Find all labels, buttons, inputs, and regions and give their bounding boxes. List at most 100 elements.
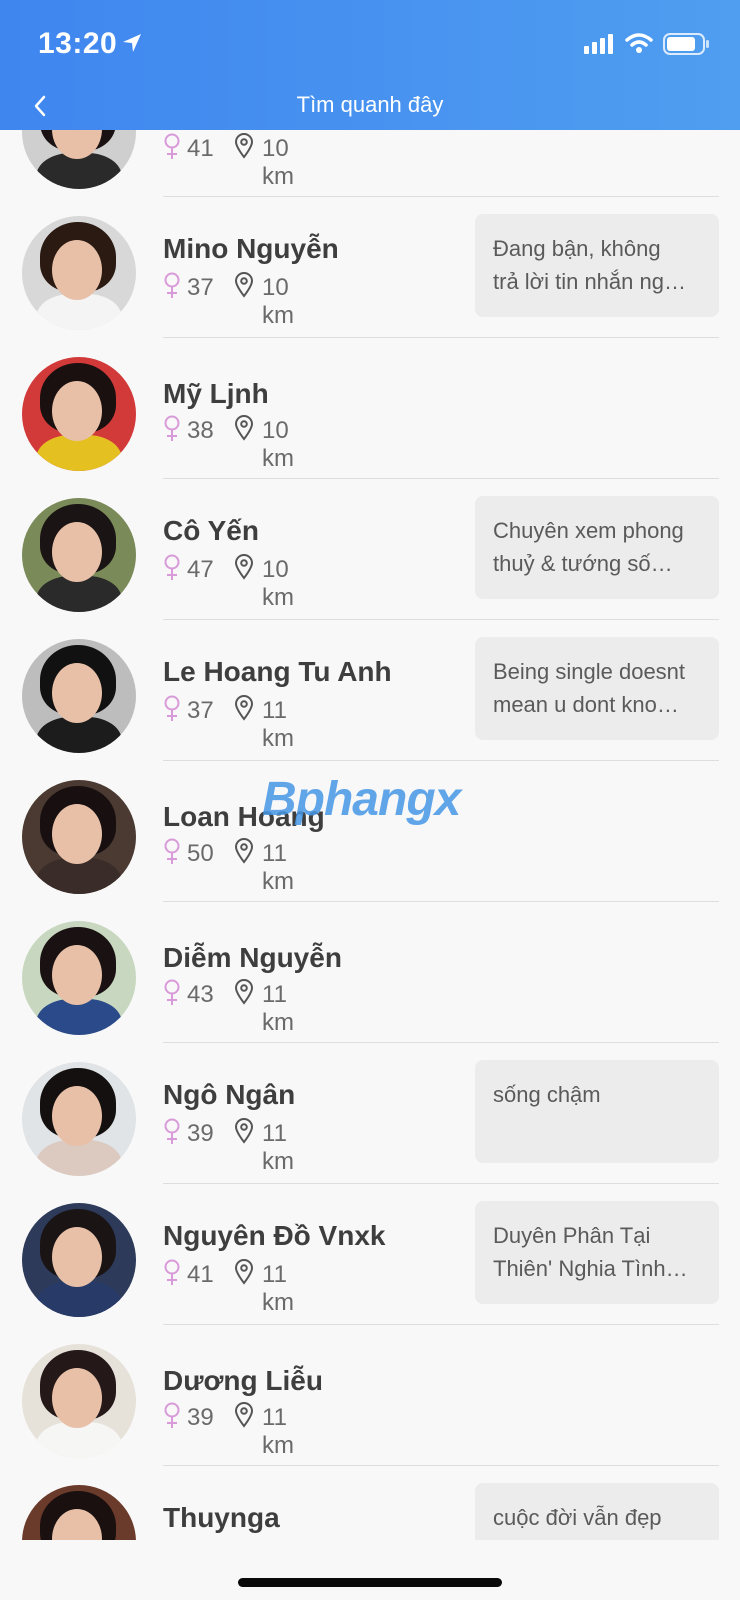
status-text: Chuyên xem phong bbox=[493, 518, 684, 543]
avatar[interactable] bbox=[22, 1344, 136, 1458]
female-icon bbox=[164, 133, 180, 159]
avatar-face bbox=[52, 381, 102, 441]
person-name: Ngô Ngân bbox=[163, 1079, 296, 1110]
female-icon bbox=[164, 979, 180, 1005]
distance-value: 10 km bbox=[262, 274, 294, 329]
avatar[interactable] bbox=[22, 1203, 136, 1317]
distance-value: 10 km bbox=[262, 556, 294, 611]
list-item[interactable]: Ngô Ngân 39 11 km sống chậm bbox=[0, 1043, 740, 1184]
avatar[interactable] bbox=[22, 639, 136, 753]
status-text: Đang bận, không bbox=[493, 236, 661, 261]
avatar[interactable] bbox=[22, 921, 136, 1035]
status-bubble: Đang bận, không trả lời tin nhắn ng… bbox=[475, 214, 719, 317]
distance-value: 11 km bbox=[262, 981, 294, 1036]
location-pin-icon bbox=[234, 1118, 254, 1144]
list-item[interactable]: Le Hoang Tu Anh 37 11 km Being single doesn… bbox=[0, 620, 740, 761]
age-value: 37 bbox=[187, 274, 214, 301]
status-text: Being single doesnt bbox=[493, 659, 686, 684]
avatar-face bbox=[52, 804, 102, 864]
female-icon bbox=[164, 1259, 180, 1285]
age-value: 38 bbox=[187, 417, 214, 444]
location-pin-icon bbox=[234, 1259, 254, 1285]
age-value: 37 bbox=[187, 697, 214, 724]
status-time: 13:20 bbox=[38, 27, 118, 60]
status-text: sống chậm bbox=[493, 1082, 601, 1107]
distance-value: 10 km bbox=[262, 135, 294, 190]
location-pin-icon bbox=[234, 695, 254, 721]
status-text: Thiên' Nghia Tình… bbox=[493, 1256, 688, 1281]
person-name: Cô Yến bbox=[163, 515, 259, 546]
avatar-face bbox=[52, 1086, 102, 1146]
person-name: Mino Nguyễn bbox=[163, 233, 339, 264]
female-icon bbox=[164, 838, 180, 864]
location-pin-icon bbox=[234, 415, 254, 441]
avatar-face bbox=[52, 945, 102, 1005]
cellular-signal-icon bbox=[584, 34, 613, 54]
list-item[interactable]: Cô Yến 47 10 km Chuyên xem phong thuỷ & tướn… bbox=[0, 479, 740, 620]
avatar-face bbox=[52, 522, 102, 582]
location-pin-icon bbox=[234, 272, 254, 298]
distance-value: 11 km bbox=[262, 697, 294, 752]
nearby-list[interactable]: 41 10 km Mino Nguyễn 37 10 km Đang bận, không… bbox=[0, 0, 740, 1540]
age-value: 43 bbox=[187, 981, 214, 1008]
age-value: 47 bbox=[187, 556, 214, 583]
avatar[interactable] bbox=[22, 1485, 136, 1540]
top-bar: 13:20 Tìm quanh đây bbox=[0, 0, 740, 130]
distance-value: 11 km bbox=[262, 840, 294, 895]
person-name: Thuynga bbox=[163, 1502, 280, 1533]
person-name: Nguyên Đồ Vnxk bbox=[163, 1220, 386, 1251]
female-icon bbox=[164, 1402, 180, 1428]
list-item[interactable]: Dương Liễu 39 11 km bbox=[0, 1325, 740, 1466]
location-pin-icon bbox=[234, 979, 254, 1005]
person-name: Dương Liễu bbox=[163, 1365, 323, 1396]
status-bubble: Duyên Phân Tại Thiên' Nghia Tình… bbox=[475, 1201, 719, 1304]
female-icon bbox=[164, 695, 180, 721]
status-bubble: Chuyên xem phong thuỷ & tướng số… bbox=[475, 496, 719, 599]
battery-icon bbox=[663, 33, 709, 55]
home-indicator[interactable] bbox=[238, 1578, 502, 1587]
avatar[interactable] bbox=[22, 498, 136, 612]
person-name: Mỹ Ljnh bbox=[163, 378, 269, 409]
age-value: 50 bbox=[187, 840, 214, 867]
status-text: Duyên Phân Tại bbox=[493, 1223, 651, 1248]
wifi-icon bbox=[625, 33, 653, 53]
list-item[interactable]: Diễm Nguyễn 43 11 km bbox=[0, 902, 740, 1043]
avatar[interactable] bbox=[22, 780, 136, 894]
age-value: 39 bbox=[187, 1404, 214, 1431]
age-value: 41 bbox=[187, 1261, 214, 1288]
status-text: cuộc đời vẫn đẹp bbox=[493, 1505, 662, 1530]
status-text: trả lời tin nhắn ng… bbox=[493, 269, 686, 294]
watermark: Bphangx bbox=[262, 773, 461, 826]
female-icon bbox=[164, 415, 180, 441]
status-bubble: sống chậm bbox=[475, 1060, 719, 1163]
location-pin-icon bbox=[234, 133, 254, 159]
distance-value: 11 km bbox=[262, 1120, 294, 1175]
avatar-face bbox=[52, 1227, 102, 1287]
female-icon bbox=[164, 554, 180, 580]
female-icon bbox=[164, 1118, 180, 1144]
distance-value: 10 km bbox=[262, 417, 294, 472]
person-name: Le Hoang Tu Anh bbox=[163, 656, 392, 687]
avatar-face bbox=[52, 663, 102, 723]
distance-value: 11 km bbox=[262, 1261, 294, 1316]
female-icon bbox=[164, 272, 180, 298]
page-title: Tìm quanh đây bbox=[296, 92, 444, 117]
avatar[interactable] bbox=[22, 357, 136, 471]
location-arrow-icon bbox=[123, 34, 141, 52]
list-item[interactable]: Thuynga cuộc đời vẫn đẹp bbox=[0, 1466, 740, 1540]
status-text: mean u dont kno… bbox=[493, 692, 679, 717]
location-pin-icon bbox=[234, 554, 254, 580]
status-bubble: cuộc đời vẫn đẹp bbox=[475, 1483, 719, 1540]
location-pin-icon bbox=[234, 1402, 254, 1428]
list-item[interactable]: Mỹ Ljnh 38 10 km bbox=[0, 338, 740, 479]
bottom-area bbox=[0, 1540, 740, 1600]
avatar[interactable] bbox=[22, 1062, 136, 1176]
avatar[interactable] bbox=[22, 216, 136, 330]
avatar-face bbox=[52, 240, 102, 300]
status-text: thuỷ & tướng số… bbox=[493, 551, 673, 576]
list-item[interactable]: Nguyên Đồ Vnxk 41 11 km Duyên Phân Tại Thiên… bbox=[0, 1184, 740, 1325]
age-value: 41 bbox=[187, 135, 214, 162]
age-value: 39 bbox=[187, 1120, 214, 1147]
list-item[interactable]: Mino Nguyễn 37 10 km Đang bận, không trả lời… bbox=[0, 197, 740, 338]
status-bubble: Being single doesnt mean u dont kno… bbox=[475, 637, 719, 740]
